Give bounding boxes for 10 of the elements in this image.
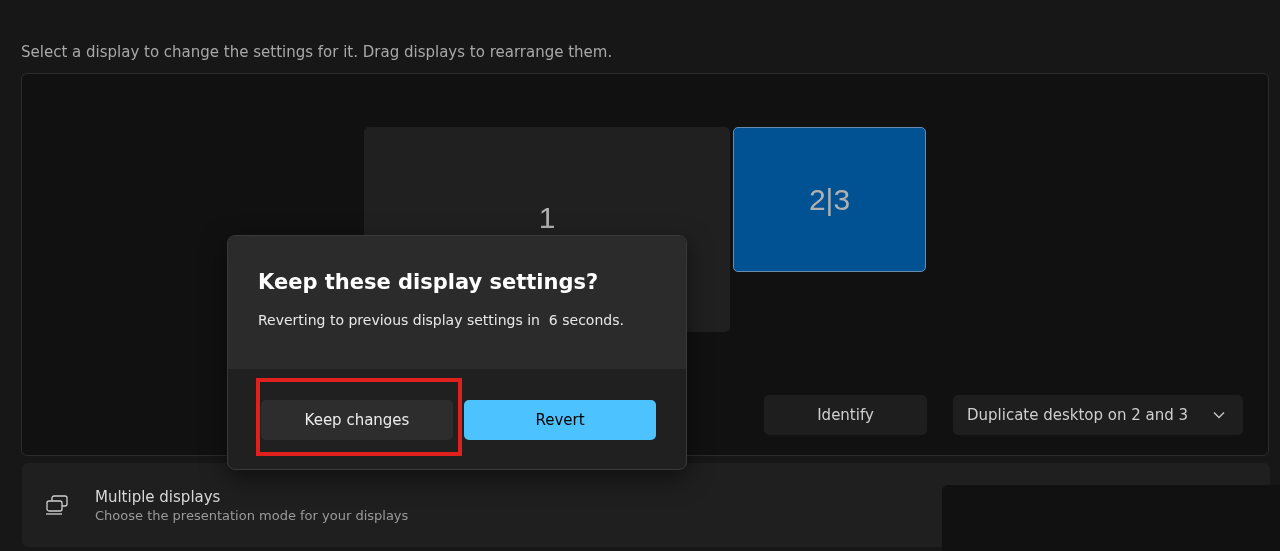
revert-button[interactable]: Revert <box>464 400 656 440</box>
keep-changes-button[interactable]: Keep changes <box>261 400 453 440</box>
chevron-down-icon <box>1213 411 1225 419</box>
identify-button[interactable]: Identify <box>764 395 927 435</box>
display-tile[interactable]: 2|3 <box>733 127 926 272</box>
card-title: Multiple displays <box>95 487 222 506</box>
card-subtitle: Choose the presentation mode for your displays <box>95 507 409 523</box>
instruction-text: Select a display to change the settings for it. Drag displays to rearrange them. <box>21 43 613 61</box>
mode-dropdown[interactable]: Duplicate desktop on 2 and 3 <box>953 395 1243 435</box>
multiple-displays-icon <box>45 495 69 515</box>
